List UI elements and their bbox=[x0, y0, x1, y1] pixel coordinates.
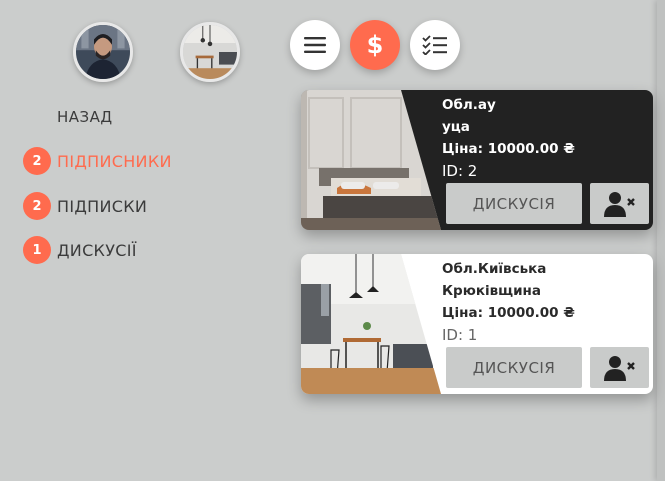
window-edge bbox=[657, 0, 665, 481]
discussion-button[interactable]: ДИСКУСІЯ bbox=[446, 347, 582, 388]
count-badge: 2 bbox=[23, 192, 51, 220]
listing-info: Обл.ау уца Ціна: 10000.00 ₴ ID: 2 bbox=[442, 94, 642, 182]
listing-card[interactable]: Обл.ау уца Ціна: 10000.00 ₴ ID: 2 ДИСКУС… bbox=[301, 90, 653, 230]
user-photo bbox=[76, 25, 130, 79]
user-avatar[interactable] bbox=[73, 22, 133, 82]
listing-photo bbox=[301, 254, 441, 394]
sidebar-item-label: ДИСКУСІЇ bbox=[57, 240, 137, 260]
listing-id: ID: 2 bbox=[442, 162, 478, 180]
listing-id: ID: 1 bbox=[442, 326, 478, 344]
sidebar-item-label: ПІДПИСКИ bbox=[57, 196, 148, 216]
listing-city: Крюківщина bbox=[442, 283, 541, 299]
listing-city: уца bbox=[442, 119, 470, 135]
user-remove-icon bbox=[603, 191, 635, 217]
menu-button[interactable] bbox=[290, 20, 340, 70]
sidebar-item-subscribers[interactable]: 2 ПІДПИСНИКИ bbox=[23, 147, 172, 175]
checklist-button[interactable] bbox=[410, 20, 460, 70]
listing-region: Обл.Київська bbox=[442, 261, 547, 277]
listing-region: Обл.ау bbox=[442, 97, 496, 113]
price-button[interactable]: $ bbox=[350, 20, 400, 70]
unfollow-button[interactable] bbox=[590, 183, 649, 224]
sidebar-item-label: ПІДПИСНИКИ bbox=[57, 151, 172, 171]
sidebar-item-discussions[interactable]: 1 ДИСКУСІЇ bbox=[23, 236, 137, 264]
listing-photo bbox=[301, 90, 441, 230]
listing-card[interactable]: Обл.Київська Крюківщина Ціна: 10000.00 ₴… bbox=[301, 254, 653, 394]
checklist-icon bbox=[422, 35, 447, 55]
listing-info: Обл.Київська Крюківщина Ціна: 10000.00 ₴… bbox=[442, 258, 642, 346]
dollar-icon: $ bbox=[366, 31, 384, 59]
room-avatar[interactable] bbox=[180, 22, 240, 82]
discussion-button[interactable]: ДИСКУСІЯ bbox=[446, 183, 582, 224]
user-remove-icon bbox=[603, 355, 635, 381]
hamburger-menu-icon bbox=[304, 37, 326, 53]
unfollow-button[interactable] bbox=[590, 347, 649, 388]
listing-price: Ціна: 10000.00 ₴ bbox=[442, 141, 575, 157]
back-link[interactable]: НАЗАД bbox=[57, 108, 113, 126]
sidebar-item-subscriptions[interactable]: 2 ПІДПИСКИ bbox=[23, 192, 147, 220]
room-photo bbox=[183, 25, 237, 79]
listing-price: Ціна: 10000.00 ₴ bbox=[442, 305, 575, 321]
count-badge: 1 bbox=[23, 236, 51, 264]
count-badge: 2 bbox=[23, 147, 51, 175]
